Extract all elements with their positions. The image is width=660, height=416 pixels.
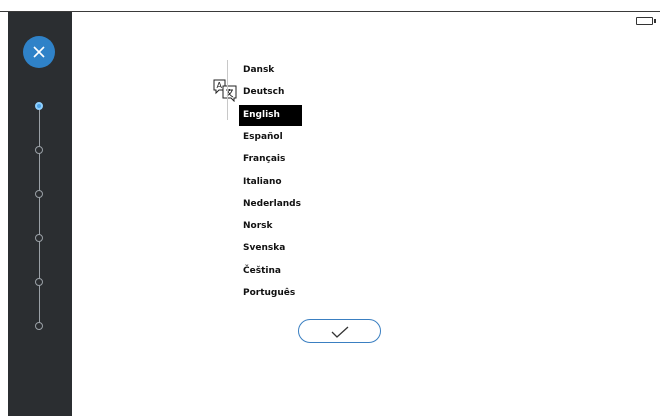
language-divider	[227, 60, 228, 120]
close-icon	[33, 46, 45, 58]
language-option-9[interactable]: Čeština	[239, 261, 285, 282]
wizard-step-3	[35, 190, 43, 198]
translate-icon: A	[213, 79, 237, 102]
language-option-6[interactable]: Nederlands	[239, 194, 305, 215]
close-button[interactable]	[23, 36, 55, 68]
top-bar	[0, 0, 660, 12]
language-option-3[interactable]: Español	[239, 127, 287, 148]
svg-text:A: A	[217, 81, 223, 90]
wizard-step-2	[35, 146, 43, 154]
wizard-sidebar	[8, 12, 72, 416]
wizard-step-4	[35, 234, 43, 242]
language-option-2[interactable]: English	[239, 104, 302, 126]
wizard-step-1	[35, 102, 43, 110]
checkmark-icon	[331, 326, 349, 338]
language-option-0[interactable]: Dansk	[239, 60, 278, 81]
language-option-10[interactable]: Português	[239, 283, 299, 304]
language-option-4[interactable]: Français	[239, 149, 289, 170]
step-progress-line	[39, 106, 40, 330]
wizard-step-6	[35, 322, 43, 330]
language-option-5[interactable]: Italiano	[239, 172, 286, 193]
language-option-8[interactable]: Svenska	[239, 238, 289, 259]
battery-icon	[636, 17, 656, 25]
confirm-button[interactable]	[298, 319, 381, 343]
wizard-step-5	[35, 278, 43, 286]
language-option-1[interactable]: Deutsch	[239, 82, 288, 103]
language-option-7[interactable]: Norsk	[239, 216, 277, 237]
